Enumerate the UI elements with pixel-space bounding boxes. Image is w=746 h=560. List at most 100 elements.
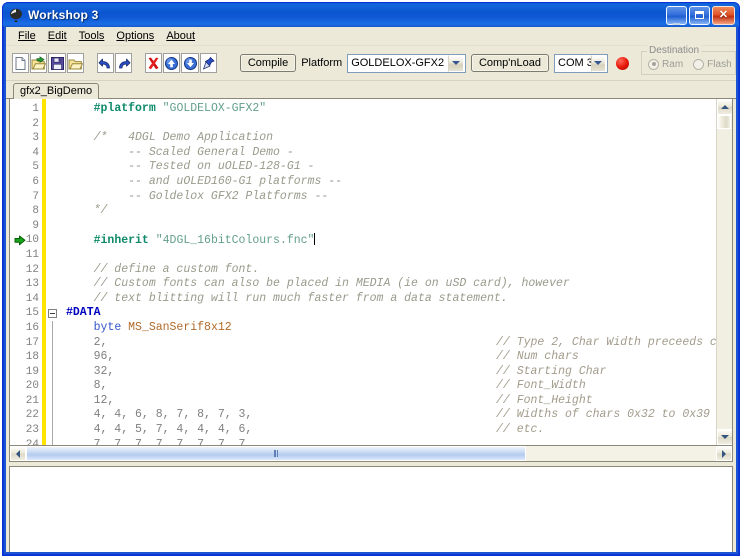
menu-item-about[interactable]: About [161, 29, 202, 43]
minimize-icon: _ [672, 10, 681, 25]
chevron-up-icon [721, 105, 729, 109]
editor-line: 32, // Starting Char [66, 365, 732, 380]
code-token: MS_SanSerif8x12 [128, 320, 232, 334]
code-token: #inherit [93, 234, 149, 248]
minimize-button[interactable]: _ [666, 5, 687, 25]
delete-x-icon[interactable] [145, 53, 163, 73]
editor-line: 7, 7, 7, 7, 7, 7, 7, 7, [66, 438, 732, 445]
fold-collapse-icon[interactable] [48, 309, 57, 319]
editor-line-number: 12 [25, 263, 39, 276]
window-title: Workshop 3 [28, 8, 99, 22]
editor-code-area[interactable]: #platform "GOLDELOX-GFX2" /* 4DGL Demo A… [60, 99, 732, 445]
editor-line-number: 18 [25, 351, 39, 364]
maximize-button[interactable] [689, 5, 710, 25]
destination-ram-label: Ram [662, 58, 684, 70]
platform-select[interactable]: GOLDELOX-GFX2 [347, 53, 466, 73]
menu-item-options[interactable]: Options [111, 29, 161, 43]
editor-fold-cell[interactable] [46, 306, 60, 321]
scroll-left-button[interactable] [10, 446, 26, 461]
editor-line: #inherit "4DGL_16bitColours.fnc" [66, 233, 732, 248]
editor-line-number: 3 [32, 132, 39, 145]
menu-item-tools[interactable]: Tools [74, 29, 112, 43]
down-arrow-icon[interactable] [181, 53, 199, 73]
editor-line-number: 10 [10, 233, 42, 248]
vertical-scroll-thumb[interactable] [717, 115, 731, 129]
menu-item-file[interactable]: File [13, 29, 43, 43]
menu-edit-label: Edit [47, 30, 67, 42]
close-button[interactable]: ✕ [712, 5, 735, 25]
open-file-icon[interactable] [30, 53, 48, 73]
output-console[interactable] [9, 466, 733, 552]
code-token: byte [93, 320, 122, 334]
pin-icon[interactable] [199, 53, 217, 73]
editor-trailing-comment: // Font_Width [496, 379, 586, 393]
code-token: 32, [66, 364, 115, 378]
bookmark-icon[interactable] [14, 235, 26, 246]
scroll-down-button[interactable] [717, 429, 732, 445]
code-token: -- Goldelox GFX2 Platforms -- [66, 189, 329, 203]
code-token: -- Tested on uOLED-128-G1 - [66, 160, 315, 174]
folder-icon[interactable] [66, 53, 84, 73]
close-icon: ✕ [718, 8, 729, 21]
chevron-right-icon [722, 449, 726, 458]
scroll-right-button[interactable] [716, 446, 732, 461]
editor-horizontal-scrollbar[interactable] [9, 446, 733, 462]
editor-line: 12, // Font_Height [66, 394, 732, 409]
menu-item-edit[interactable]: Edit [43, 29, 74, 43]
editor-vertical-scrollbar[interactable] [716, 99, 732, 445]
editor-fold-cell [46, 102, 60, 117]
tab-gfx2-bigdemo[interactable]: gfx2_BigDemo [13, 83, 100, 99]
platform-select-value: GOLDELOX-GFX2 [351, 57, 445, 69]
editor-fold-cell [46, 277, 60, 292]
code-token: #platform [93, 102, 156, 115]
redo-icon[interactable] [114, 53, 133, 73]
editor-line-number: 24 [25, 438, 39, 446]
chevron-down-icon[interactable] [590, 54, 607, 72]
code-token: // Custom fonts can also be placed in ME… [66, 277, 570, 291]
code-token: "GOLDELOX-GFX2" [162, 102, 267, 115]
compile-button[interactable]: Compile [239, 54, 297, 72]
editor-trailing-comment: // Starting Char [496, 364, 607, 378]
up-arrow-icon[interactable] [163, 53, 181, 73]
chevron-down-icon[interactable] [447, 54, 464, 72]
editor-fold-cell [46, 204, 60, 219]
compnload-button[interactable]: Comp'nLoad [470, 54, 549, 72]
editor-fold-cell [46, 175, 60, 190]
editor-line: 4, 4, 5, 7, 4, 4, 4, 6, // etc. [66, 423, 732, 438]
comport-select[interactable]: COM 3 [554, 53, 609, 73]
chevron-left-icon [16, 449, 20, 458]
undo-icon[interactable] [96, 53, 114, 73]
save-file-icon[interactable] [48, 53, 66, 73]
scroll-up-button[interactable] [717, 99, 732, 115]
radio-unselected-icon [693, 58, 705, 70]
destination-flash-option[interactable]: Flash [693, 58, 732, 70]
editor-line: -- Goldelox GFX2 Platforms -- [66, 190, 732, 205]
editor-fold-cell [46, 379, 60, 394]
menu-file-label: File [18, 30, 36, 42]
editor-line: -- Tested on uOLED-128-G1 - [66, 160, 732, 175]
editor-line-number: 6 [32, 175, 39, 188]
editor-line: // define a custom font. [66, 263, 732, 278]
code-token: #DATA [66, 306, 101, 320]
code-editor[interactable]: 1 2 3 4 5 6 7 8 9 10 11 12 13 14 15 16 17 18 19 20 21 22 23 24 … [9, 99, 733, 446]
horizontal-scroll-track[interactable] [26, 446, 716, 461]
destination-ram-option[interactable]: Ram [648, 58, 684, 70]
editor-fold-cell [46, 146, 60, 161]
window-client-area: File Edit Tools Options About Compile Pl… [6, 27, 736, 552]
editor-line-number: 7 [32, 190, 39, 203]
toolbar: Compile Platform GOLDELOX-GFX2 Comp'nLoa… [6, 45, 736, 81]
editor-fold-cell [46, 350, 60, 365]
code-token: // text blitting will run much faster fr… [66, 291, 508, 305]
horizontal-scroll-thumb[interactable] [26, 446, 526, 461]
editor-fold-cell [46, 320, 60, 336]
code-token: */ [66, 204, 108, 218]
code-token: 4, 4, 5, 7, 4, 4, 4, 6, [66, 423, 253, 437]
new-file-icon[interactable] [12, 53, 30, 73]
editor-fold-column[interactable] [46, 99, 60, 445]
editor-line-number: 8 [32, 205, 39, 218]
code-token: // define a custom font. [66, 262, 260, 276]
menu-tools-label: Tools [78, 30, 105, 42]
